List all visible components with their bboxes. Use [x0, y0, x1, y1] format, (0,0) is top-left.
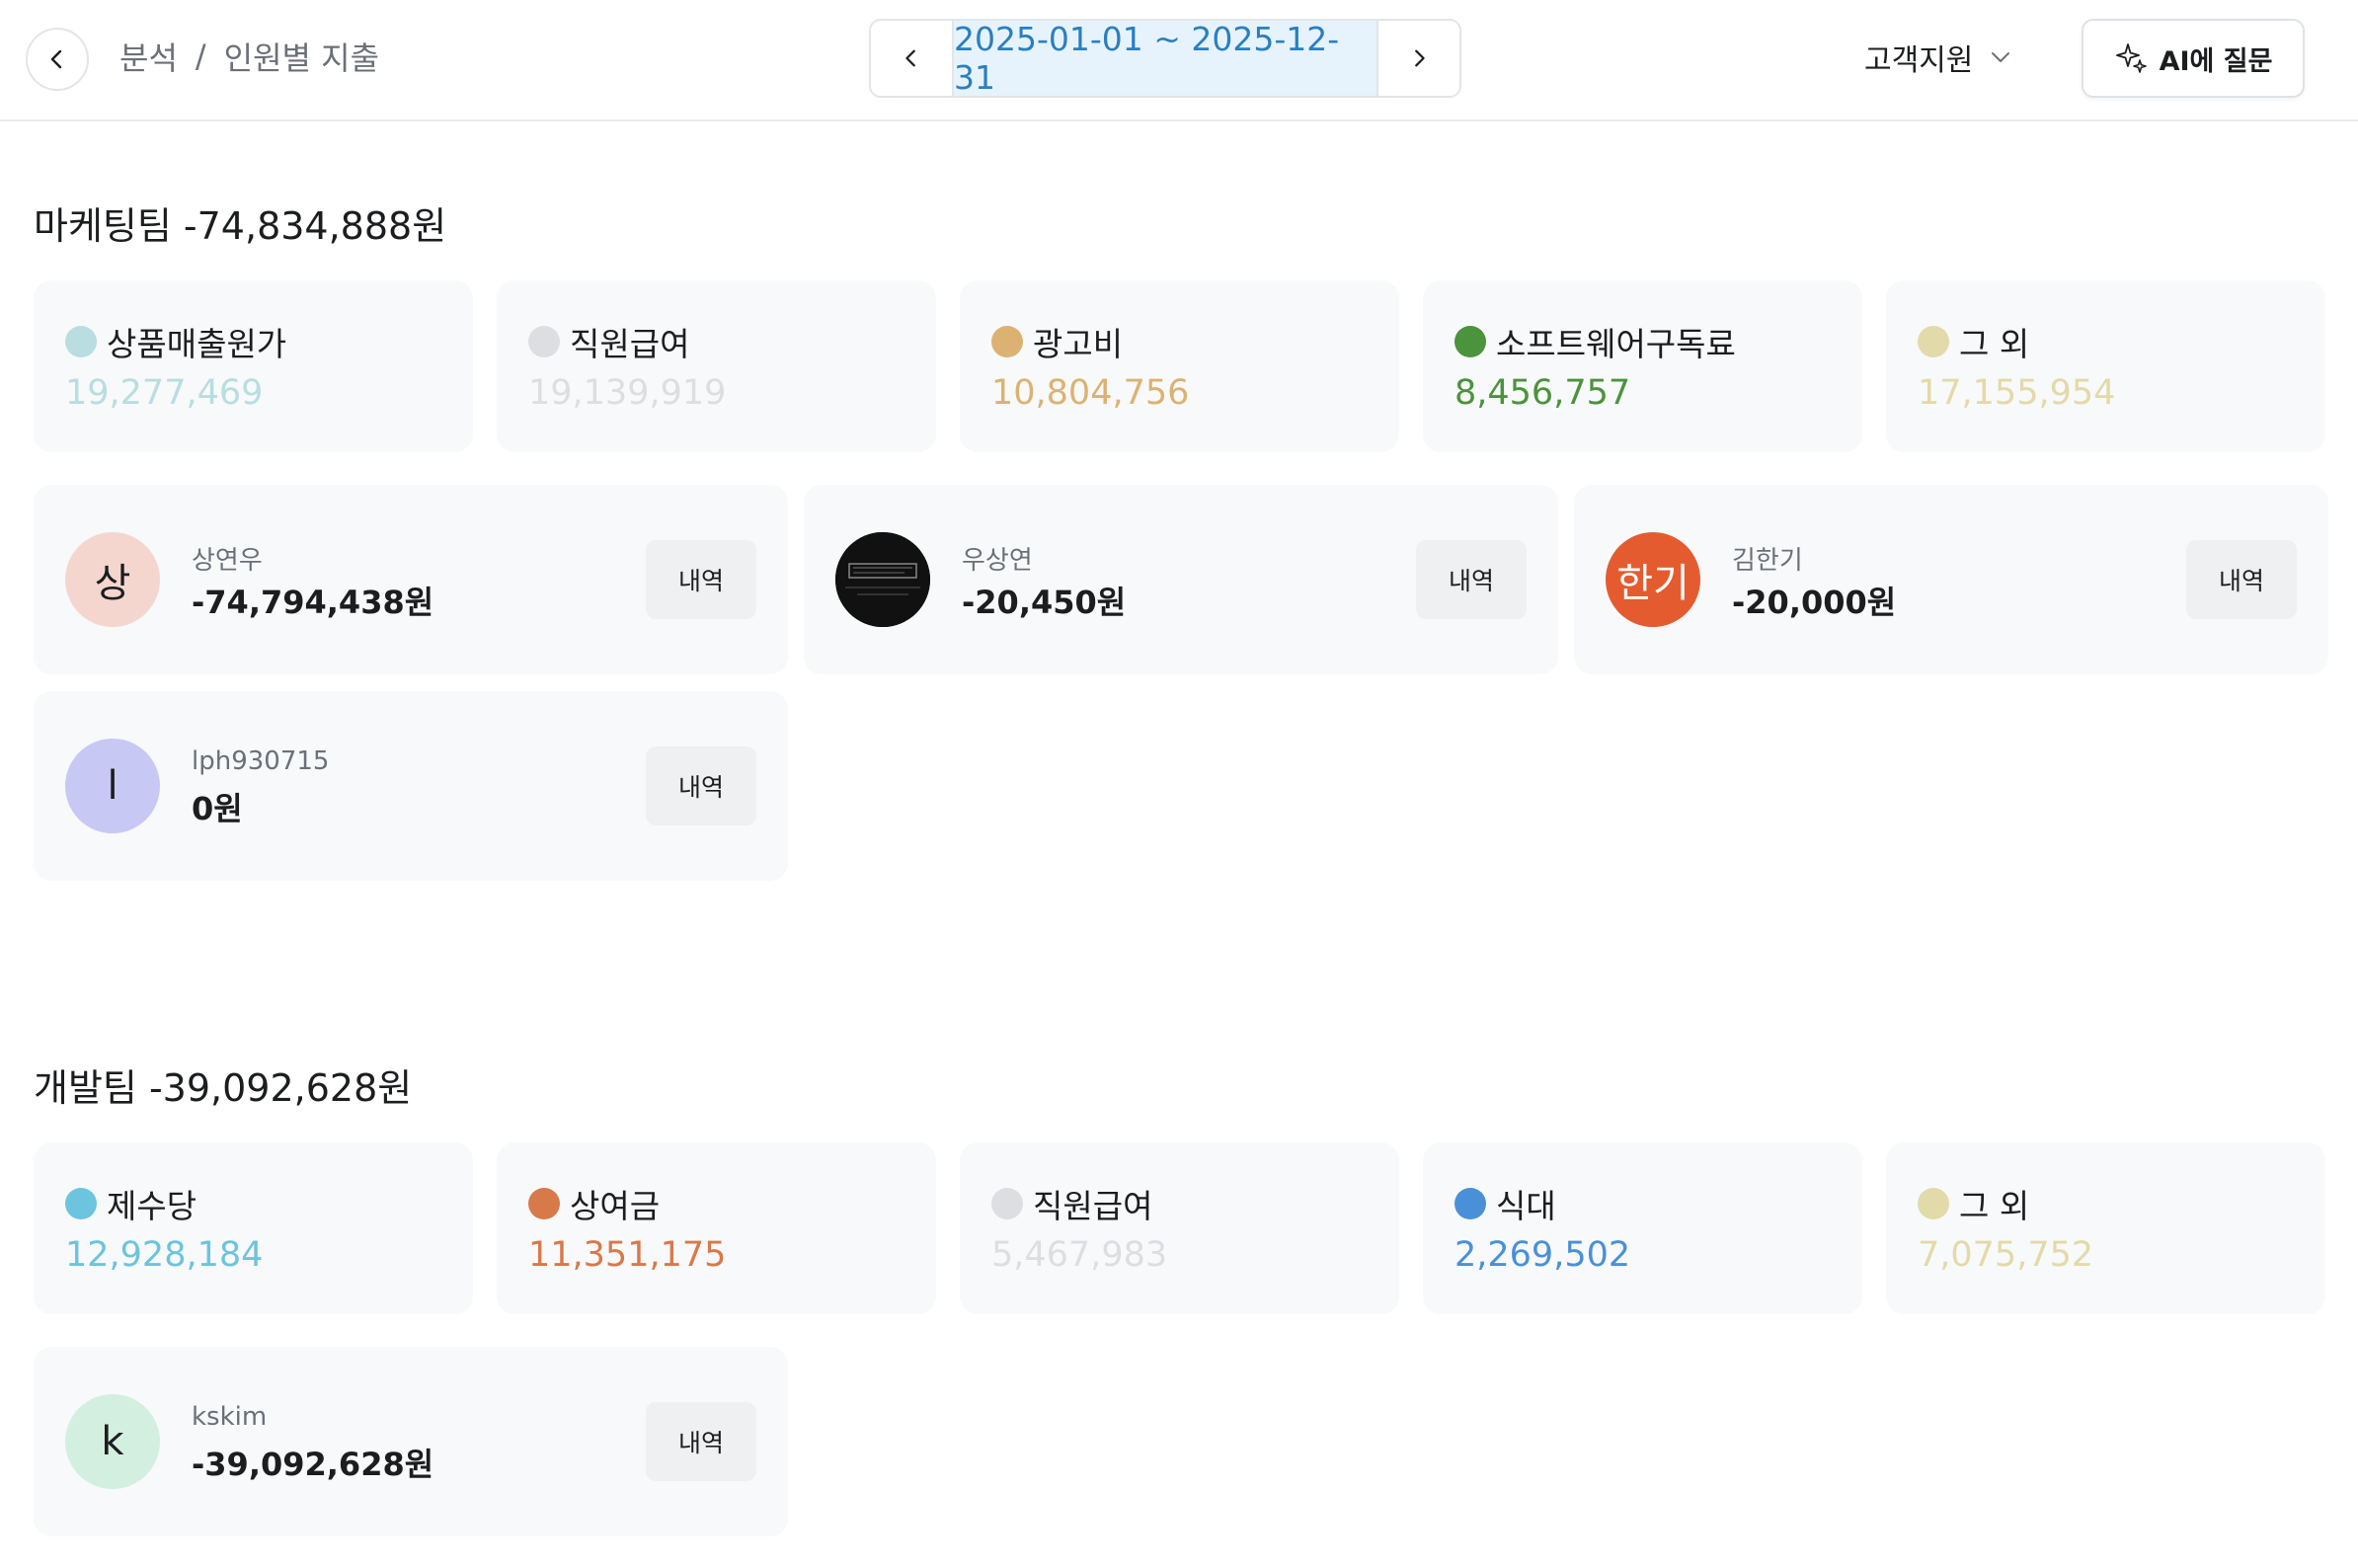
ask-ai-label: AI에 질문 [2159, 45, 2273, 77]
person-name: 상연우 [192, 546, 263, 576]
category-card: 식대 2,269,502 [1423, 1142, 1862, 1314]
section-title-development: 개발팀 -39,092,628원 [34, 1066, 413, 1110]
category-value: 17,155,954 [1918, 373, 2116, 413]
category-value: 19,277,469 [65, 373, 264, 413]
category-value: 7,075,752 [1918, 1235, 2094, 1275]
next-period-button[interactable] [1378, 21, 1459, 96]
details-button[interactable]: 내역 [2186, 540, 2297, 619]
category-card: 광고비 10,804,756 [960, 280, 1399, 452]
avatar: l [65, 739, 160, 833]
prev-period-button[interactable] [871, 21, 952, 96]
details-button[interactable]: 내역 [1416, 540, 1527, 619]
department-select[interactable]: 고객지원 [1864, 36, 2012, 79]
person-amount: -39,092,628원 [192, 1446, 434, 1483]
category-name: 직원급여 [570, 325, 690, 363]
avatar: 상 [65, 532, 160, 627]
person-name: 김한기 [1732, 546, 1803, 576]
person-amount: 0원 [192, 790, 243, 827]
category-color-dot [528, 326, 560, 357]
category-name: 상품매출원가 [107, 325, 287, 363]
category-name: 직원급여 [1033, 1187, 1153, 1225]
person-amount: -20,000원 [1732, 584, 1897, 621]
person-card: l lph930715 0원 내역 [34, 691, 788, 881]
person-card: 한기 김한기 -20,000원 내역 [1574, 485, 2328, 674]
category-card: 제수당 12,928,184 [34, 1142, 473, 1314]
category-name: 상여금 [570, 1187, 661, 1225]
avatar: k [65, 1394, 160, 1489]
chevron-down-icon [1992, 52, 2010, 62]
category-color-dot [1918, 326, 1949, 357]
chevron-right-icon [1415, 49, 1425, 67]
category-card: 그 외 17,155,954 [1886, 280, 2325, 452]
category-color-dot [1454, 1188, 1486, 1219]
category-name: 식대 [1496, 1187, 1556, 1225]
back-button[interactable] [26, 28, 89, 91]
chevron-left-icon [50, 49, 62, 69]
category-value: 10,804,756 [991, 373, 1190, 413]
category-value: 8,456,757 [1454, 373, 1631, 413]
category-value: 5,467,983 [991, 1235, 1168, 1275]
person-name: 우상연 [962, 546, 1033, 576]
details-button[interactable]: 내역 [646, 746, 756, 825]
department-label: 고객지원 [1864, 43, 1974, 78]
avatar [835, 532, 930, 627]
category-card: 직원급여 5,467,983 [960, 1142, 1399, 1314]
category-color-dot [528, 1188, 560, 1219]
category-color-dot [65, 326, 97, 357]
breadcrumb-separator: / [195, 38, 206, 75]
person-card: 상 상연우 -74,794,438원 내역 [34, 485, 788, 674]
category-name: 그 외 [1959, 1187, 2030, 1225]
category-name: 그 외 [1959, 325, 2030, 363]
category-card: 직원급여 19,139,919 [497, 280, 936, 452]
avatar: 한기 [1606, 532, 1700, 627]
details-button[interactable]: 내역 [646, 540, 756, 619]
category-color-dot [991, 1188, 1023, 1219]
category-value: 11,351,175 [528, 1235, 727, 1275]
ask-ai-button[interactable]: AI에 질문 [2082, 19, 2305, 98]
category-value: 19,139,919 [528, 373, 727, 413]
category-card: 상여금 11,351,175 [497, 1142, 936, 1314]
breadcrumb: 분석 / 인원별 지출 [119, 34, 380, 79]
sparkle-icon [2115, 43, 2147, 73]
person-card: k kskim -39,092,628원 내역 [34, 1347, 788, 1536]
category-card: 소프트웨어구독료 8,456,757 [1423, 280, 1862, 452]
top-bar: 분석 / 인원별 지출 2025-01-01 ~ 2025-12-31 고객지원… [0, 0, 2358, 121]
person-amount: -20,450원 [962, 584, 1127, 621]
section-title-marketing: 마케팅팀 -74,834,888원 [34, 204, 447, 248]
category-color-dot [65, 1188, 97, 1219]
person-card: 우상연 -20,450원 내역 [804, 485, 1558, 674]
category-color-dot [1918, 1188, 1949, 1219]
category-value: 2,269,502 [1454, 1235, 1631, 1275]
category-card: 상품매출원가 19,277,469 [34, 280, 473, 452]
person-name: kskim [192, 1402, 268, 1432]
category-name: 제수당 [107, 1187, 197, 1225]
category-card: 그 외 7,075,752 [1886, 1142, 2325, 1314]
category-name: 소프트웨어구독료 [1496, 325, 1736, 363]
breadcrumb-item-current: 인원별 지출 [223, 39, 380, 77]
person-name: lph930715 [192, 746, 330, 776]
category-value: 12,928,184 [65, 1235, 264, 1275]
category-name: 광고비 [1033, 325, 1124, 363]
date-range-field[interactable]: 2025-01-01 ~ 2025-12-31 [952, 21, 1378, 96]
category-color-dot [1454, 326, 1486, 357]
profile-photo-icon [835, 532, 930, 627]
date-range-picker: 2025-01-01 ~ 2025-12-31 [869, 19, 1461, 98]
breadcrumb-item-analysis[interactable]: 분석 [119, 34, 178, 79]
person-amount: -74,794,438원 [192, 584, 434, 621]
details-button[interactable]: 내역 [646, 1402, 756, 1481]
chevron-left-icon [905, 49, 915, 67]
category-color-dot [991, 326, 1023, 357]
